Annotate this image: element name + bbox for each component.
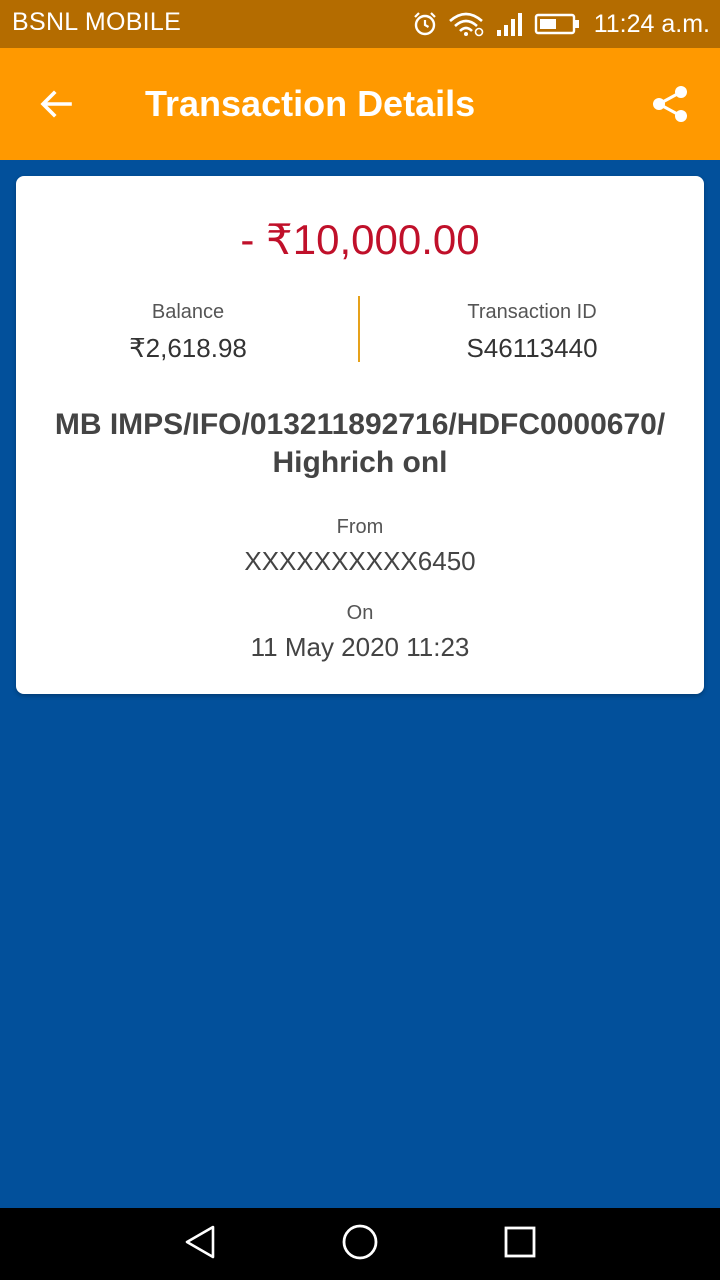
description-line-1: MB IMPS/IFO/013211892716/HDFC0000670/	[54, 408, 666, 441]
status-clock: 11:24 a.m.	[593, 9, 710, 38]
nav-back-icon	[182, 1224, 218, 1265]
nav-home-icon	[341, 1223, 379, 1266]
transaction-amount: - ₹10,000.00	[240, 216, 480, 263]
transaction-date: 11 May 2020 11:23	[250, 632, 470, 662]
date-label: On	[346, 602, 374, 624]
status-bar: BSNL MOBILE 11:24 a.m.	[0, 0, 720, 48]
nav-recents-icon	[503, 1225, 537, 1264]
vertical-divider	[358, 296, 360, 362]
navigation-bar	[0, 1208, 720, 1280]
status-icons: 11:24 a.m.	[412, 8, 710, 40]
description-line-2: Highrich onl	[272, 446, 448, 479]
arrow-left-icon	[38, 86, 74, 127]
from-label: From	[336, 516, 384, 538]
signal-icon	[496, 11, 524, 37]
nav-recents-button[interactable]	[500, 1224, 540, 1264]
from-account: XXXXXXXXXX6450	[244, 546, 476, 576]
balance-label: Balance	[151, 301, 225, 323]
transaction-id-block: Transaction ID S46113440	[382, 300, 682, 364]
transaction-id-value: S46113440	[466, 333, 598, 363]
balance-value: ₹2,618.98	[129, 333, 247, 363]
transaction-description: MB IMPS/IFO/013211892716/HDFC0000670/ Hi…	[46, 406, 674, 482]
nav-back-button[interactable]	[180, 1224, 220, 1264]
balance-block: Balance ₹2,618.98	[38, 300, 338, 364]
app-bar: Transaction Details	[0, 48, 720, 160]
transaction-id-label: Transaction ID	[467, 301, 597, 323]
carrier-name: BSNL MOBILE	[12, 8, 182, 36]
back-button[interactable]	[28, 78, 84, 134]
battery-icon	[534, 11, 580, 37]
nav-home-button[interactable]	[340, 1224, 380, 1264]
share-button[interactable]	[642, 78, 698, 134]
page-title: Transaction Details	[145, 83, 476, 124]
share-icon	[650, 84, 690, 129]
wifi-icon	[448, 11, 486, 37]
alarm-icon	[412, 11, 438, 37]
transaction-card: - ₹10,000.00 Balance ₹2,618.98 Transacti…	[16, 176, 704, 694]
